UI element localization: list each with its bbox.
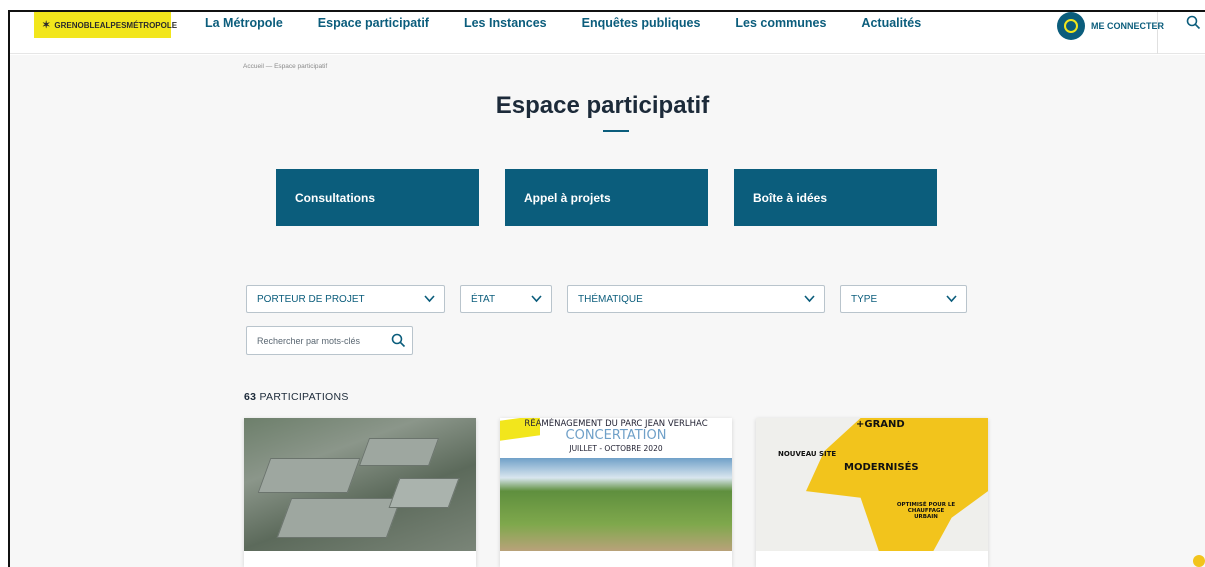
filter-etat-select[interactable]: ÉTAT <box>460 285 552 313</box>
participation-card[interactable]: +GRAND NOUVEAU SITE MODERNISÉS OPTIMISÉ … <box>756 418 988 567</box>
filter-porteur-select[interactable]: PORTEUR DE PROJET <box>246 285 445 313</box>
chevron-down-icon <box>531 295 542 303</box>
filter-thematique-label: THÉMATIQUE <box>578 293 643 305</box>
tile-appel-a-projets[interactable]: Appel à projets <box>505 169 708 226</box>
chevron-down-icon <box>946 295 957 303</box>
card-sketch-t2: NOUVEAU SITE <box>778 450 837 458</box>
search-placeholder: Rechercher par mots-clés <box>257 335 361 346</box>
search-icon[interactable] <box>391 333 406 348</box>
tile-consultations[interactable]: Consultations <box>276 169 479 226</box>
card-sketch-t3: MODERNISÉS <box>844 462 919 473</box>
logo-icon: ✶ <box>42 19 51 31</box>
results-count-label: PARTICIPATIONS <box>259 391 349 403</box>
login-button[interactable]: ME CONNECTER <box>1057 12 1164 40</box>
chevron-down-icon <box>424 295 435 303</box>
card-sketch-t1: +GRAND <box>856 419 905 430</box>
help-icon[interactable] <box>1193 555 1205 567</box>
user-icon <box>1057 12 1085 40</box>
logo-text: GRENOBLEALPESMÉTROPOLE <box>54 20 178 30</box>
participation-card[interactable] <box>244 418 476 567</box>
card-map-shape <box>806 418 988 551</box>
card-image-aerial <box>244 418 476 551</box>
main-nav: La Métropole Espace participatif Les Ins… <box>205 16 956 30</box>
card-sketch-t4: OPTIMISÉ POUR LE CHAUFFAGE URBAIN <box>896 502 956 520</box>
page-title: Espace participatif <box>495 92 710 119</box>
filter-type-select[interactable]: TYPE <box>840 285 967 313</box>
card-image-sketch: +GRAND NOUVEAU SITE MODERNISÉS OPTIMISÉ … <box>756 418 988 551</box>
participation-card[interactable]: RÉAMÉNAGEMENT DU PARC JEAN VERLHAC CONCE… <box>500 418 732 567</box>
title-underline <box>603 130 629 132</box>
site-header: ✶ GRENOBLEALPESMÉTROPOLE La Métropole Es… <box>10 12 1205 54</box>
chevron-down-icon <box>804 295 815 303</box>
nav-la-metropole[interactable]: La Métropole <box>205 16 283 30</box>
search-icon[interactable] <box>1186 15 1201 34</box>
filter-porteur-label: PORTEUR DE PROJET <box>257 293 365 305</box>
card-line3: JUILLET - OCTOBRE 2020 <box>569 444 663 453</box>
nav-espace-participatif[interactable]: Espace participatif <box>318 16 429 30</box>
tile-boite-a-idees[interactable]: Boîte à idées <box>734 169 937 226</box>
nav-les-instances[interactable]: Les Instances <box>464 16 547 30</box>
results-count-number: 63 <box>244 391 257 403</box>
card-image-park: RÉAMÉNAGEMENT DU PARC JEAN VERLHAC CONCE… <box>500 418 732 551</box>
header-divider <box>1157 12 1158 54</box>
filter-etat-label: ÉTAT <box>471 293 496 305</box>
filter-thematique-select[interactable]: THÉMATIQUE <box>567 285 825 313</box>
login-label: ME CONNECTER <box>1091 21 1165 31</box>
nav-enquetes-publiques[interactable]: Enquêtes publiques <box>582 16 701 30</box>
keyword-search-input[interactable]: Rechercher par mots-clés <box>246 326 413 355</box>
site-logo[interactable]: ✶ GRENOBLEALPESMÉTROPOLE <box>34 12 177 38</box>
results-count: 63 PARTICIPATIONS <box>244 391 349 403</box>
breadcrumb[interactable]: Accueil — Espace participatif <box>243 63 327 70</box>
card-line2: CONCERTATION <box>565 428 667 443</box>
nav-les-communes[interactable]: Les communes <box>735 16 826 30</box>
nav-actualites[interactable]: Actualités <box>861 16 921 30</box>
filter-type-label: TYPE <box>851 293 878 305</box>
